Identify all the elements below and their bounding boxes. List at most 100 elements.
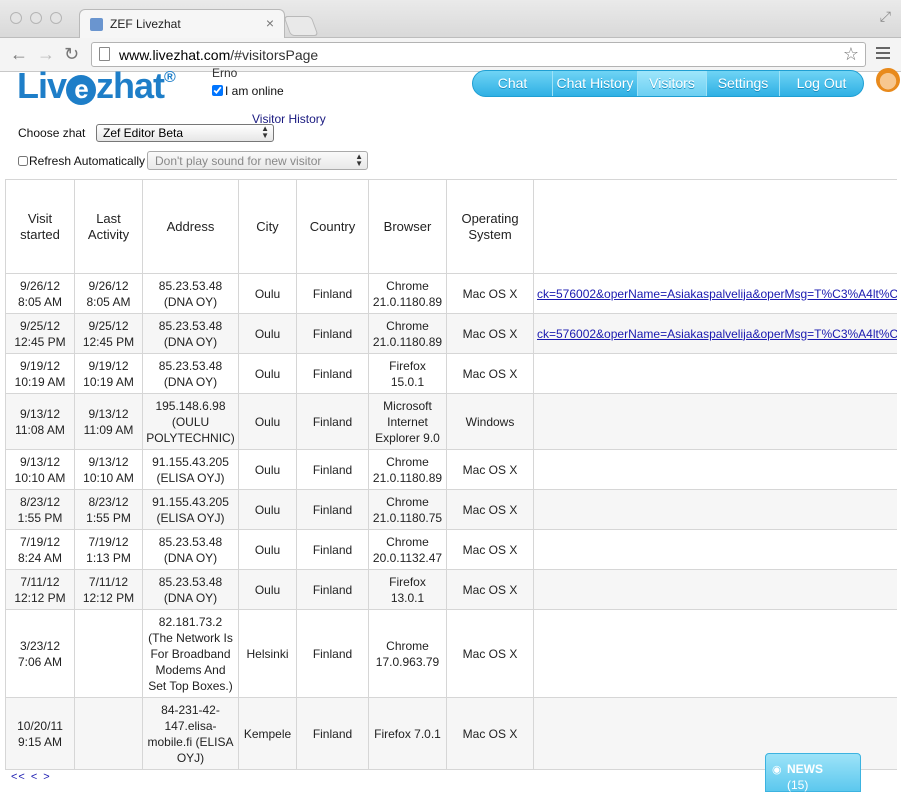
feed-icon: ◉ (772, 764, 782, 776)
table-row[interactable]: 3/23/12 7:06 AM 82.181.73.2 (The Network … (5, 609, 897, 698)
cell-last-activity: 9/26/12 8:05 AM (74, 273, 143, 314)
pager-next[interactable]: > (43, 771, 50, 783)
fullscreen-icon[interactable]: ⤢ (880, 8, 891, 25)
favicon-icon (90, 18, 103, 31)
table-row[interactable]: 7/11/12 12:12 PM 7/11/12 12:12 PM 85.23.53… (5, 569, 897, 610)
table-row[interactable]: 8/23/12 1:55 PM 8/23/12 1:55 PM 91.155.43.… (5, 489, 897, 530)
cell-address: 85.23.53.48 (DNA OY) (142, 353, 239, 394)
cell-last-activity: 9/19/12 10:19 AM (74, 353, 143, 394)
news-button[interactable]: ◉ NEWS (15) (765, 753, 861, 792)
online-label: I am online (225, 84, 284, 98)
cell-visit-started: 9/13/12 11:08 AM (5, 393, 75, 450)
visitors-table: Visit started Last Activity Address City… (5, 179, 897, 770)
cell-browser: Microsoft Internet Explorer 9.0 (368, 393, 447, 450)
menu-icon[interactable] (876, 47, 890, 61)
sound-select[interactable]: Don't play sound for new visitor ▲ ▼ (147, 151, 368, 170)
table-row[interactable]: 9/13/12 10:10 AM 9/13/12 10:10 AM 91.155.4… (5, 449, 897, 490)
bookmark-star-icon[interactable]: ☆ (843, 44, 859, 65)
table-row[interactable]: 9/25/12 12:45 PM 9/25/12 12:45 PM 85.23.53… (5, 313, 897, 354)
cell-city: Kempele (238, 697, 297, 770)
table-header-row: Visit started Last Activity Address City… (5, 179, 897, 274)
cell-city: Oulu (238, 313, 297, 354)
cell-os: Mac OS X (446, 273, 534, 314)
pager-first[interactable]: << (11, 771, 26, 783)
cell-city: Oulu (238, 489, 297, 530)
zoom-window-button[interactable] (50, 12, 62, 24)
nav-chat[interactable]: Chat (473, 71, 553, 96)
cell-last-activity (74, 609, 143, 698)
news-count: (15) (787, 778, 809, 792)
cell-last-activity: 7/11/12 12:12 PM (74, 569, 143, 610)
minimize-window-button[interactable] (30, 12, 42, 24)
main-nav: Chat Chat History Visitors Settings Log … (472, 70, 864, 97)
browser-tab[interactable]: ZEF Livezhat × (79, 9, 285, 39)
tab-close-icon[interactable]: × (266, 15, 274, 31)
cell-address: 195.148.6.98 (OULU POLYTECHNIC) (142, 393, 239, 450)
cell-chat-link (533, 529, 897, 570)
online-toggle[interactable]: I am online (212, 84, 284, 98)
col-country[interactable]: Country (296, 179, 369, 274)
address-bar[interactable]: www.livezhat.com/#visitorsPage ☆ (91, 42, 866, 67)
reload-icon[interactable]: ↻ (64, 44, 79, 64)
online-checkbox[interactable] (212, 85, 223, 96)
cell-chat-link (533, 393, 897, 450)
col-address[interactable]: Address (142, 179, 239, 274)
avatar[interactable] (876, 68, 900, 92)
cell-city: Oulu (238, 273, 297, 314)
refresh-label: Refresh Automatically (29, 154, 146, 168)
nav-visitors[interactable]: Visitors (638, 71, 707, 96)
choose-zhat-select[interactable]: Zef Editor Beta ▲ ▼ (96, 124, 274, 142)
table-row[interactable]: 9/13/12 11:08 AM 9/13/12 11:09 AM 195.148.… (5, 393, 897, 450)
choose-zhat-label: Choose zhat (18, 126, 86, 140)
cell-city: Oulu (238, 449, 297, 490)
refresh-toggle[interactable]: Refresh Automatically (18, 154, 145, 168)
refresh-checkbox[interactable] (18, 156, 28, 166)
table-row[interactable]: 9/19/12 10:19 AM 9/19/12 10:19 AM 85.23.53… (5, 353, 897, 394)
cell-chat-link: ck=576002&operName=Asiakaspalvelija&oper… (533, 313, 897, 354)
cell-chat-link (533, 569, 897, 610)
cell-os: Mac OS X (446, 569, 534, 610)
cell-browser: Chrome 20.0.1132.47 (368, 529, 447, 570)
pager-prev[interactable]: < (31, 771, 38, 783)
cell-browser: Chrome 21.0.1180.89 (368, 449, 447, 490)
cell-os: Mac OS X (446, 449, 534, 490)
url-text: www.livezhat.com/#visitorsPage (119, 47, 319, 63)
new-tab-button[interactable] (283, 16, 319, 36)
cell-visit-started: 9/13/12 10:10 AM (5, 449, 75, 490)
cell-visit-started: 7/11/12 12:12 PM (5, 569, 75, 610)
col-operating-system[interactable]: Operating System (446, 179, 534, 274)
chat-link[interactable]: ck=576002&operName=Asiakaspalvelija&oper… (537, 327, 897, 341)
table-row[interactable]: 7/19/12 8:24 AM 7/19/12 1:13 PM 85.23.53.4… (5, 529, 897, 570)
table-row[interactable]: 9/26/12 8:05 AM 9/26/12 8:05 AM 85.23.53.4… (5, 273, 897, 314)
cell-visit-started: 10/20/11 9:15 AM (5, 697, 75, 770)
cell-chat-link (533, 609, 897, 698)
cell-os: Mac OS X (446, 609, 534, 698)
cell-chat-link (533, 449, 897, 490)
cell-last-activity: 7/19/12 1:13 PM (74, 529, 143, 570)
cell-browser: Firefox 15.0.1 (368, 353, 447, 394)
cell-city: Oulu (238, 393, 297, 450)
col-visit-started[interactable]: Visit started (5, 179, 75, 274)
cell-country: Finland (296, 569, 369, 610)
col-city[interactable]: City (238, 179, 297, 274)
forward-arrow-icon[interactable]: → (37, 44, 55, 64)
browser-titlebar: ZEF Livezhat × ⤢ (0, 0, 901, 39)
cell-address: 91.155.43.205 (ELISA OYJ) (142, 489, 239, 530)
col-last-activity[interactable]: Last Activity (74, 179, 143, 274)
back-arrow-icon[interactable]: ← (10, 44, 28, 64)
cell-country: Finland (296, 273, 369, 314)
cell-browser: Chrome 17.0.963.79 (368, 609, 447, 698)
nav-chat-history[interactable]: Chat History (553, 71, 638, 96)
cell-address: 85.23.53.48 (DNA OY) (142, 313, 239, 354)
cell-chat-link: ck=576002&operName=Asiakaspalvelija&oper… (533, 273, 897, 314)
col-browser[interactable]: Browser (368, 179, 447, 274)
cell-country: Finland (296, 449, 369, 490)
cell-last-activity: 9/13/12 10:10 AM (74, 449, 143, 490)
nav-log-out[interactable]: Log Out (780, 71, 863, 96)
table-row[interactable]: 10/20/11 9:15 AM 84-231-42-147.elisa-mobi… (5, 697, 897, 770)
close-window-button[interactable] (10, 12, 22, 24)
chat-link[interactable]: ck=576002&operName=Asiakaspalvelija&oper… (537, 287, 897, 301)
nav-settings[interactable]: Settings (707, 71, 780, 96)
cell-city: Helsinki (238, 609, 297, 698)
cell-chat-link (533, 353, 897, 394)
